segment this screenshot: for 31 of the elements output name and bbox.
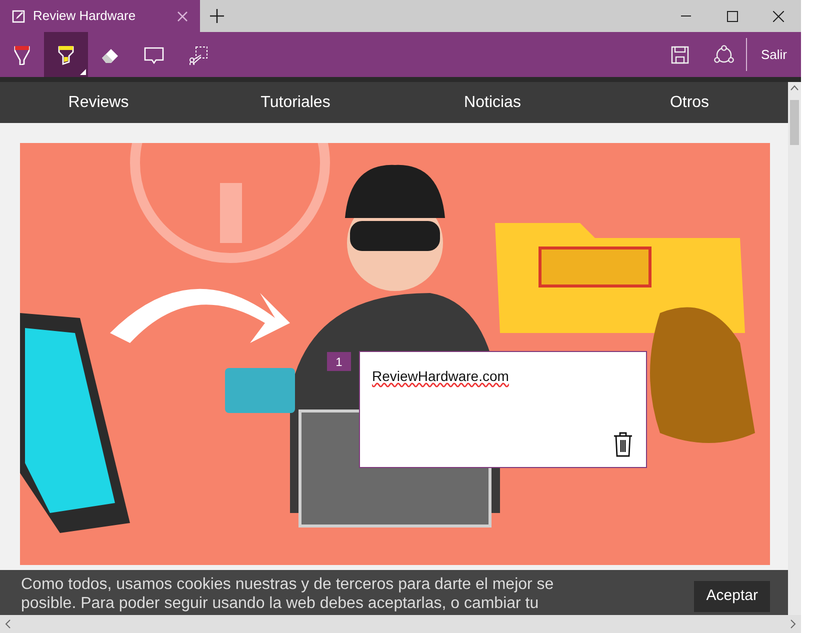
nav-link[interactable]: Reviews [0,90,197,114]
delete-icon[interactable] [613,432,633,457]
cookie-notice: Como todos, usamos cookies nuestras y de terceros para darte el mejor se posible. Para poder seguir usando la web debes aceptarlas, o cambiar tu [21,575,555,613]
horizontal-scrollbar[interactable] [0,615,801,633]
close-tab-icon[interactable] [177,10,188,22]
new-tab-icon[interactable] [210,9,224,23]
speech-bubble-icon [144,44,164,64]
clip-icon [188,44,208,64]
browser-tab[interactable]: Review Hardware [0,0,200,32]
tab-title: Review Hardware [33,7,137,26]
exit-button[interactable]: Salir [746,32,801,77]
corner-triangle-icon [80,69,86,75]
maximize-icon[interactable] [726,10,738,22]
note-marker[interactable]: 1 [327,352,351,371]
save-icon[interactable] [670,46,689,64]
accept-button[interactable]: Aceptar [694,581,770,612]
pen-icon [12,44,32,64]
close-icon[interactable] [772,10,784,22]
scroll-thumb[interactable] [790,100,799,145]
edit-note-icon [12,10,25,22]
share-icon[interactable] [712,44,735,64]
nav-link[interactable]: Noticias [394,90,591,114]
nav-link[interactable]: Tutoriales [197,90,394,114]
tool-button[interactable] [44,32,88,77]
minimize-icon[interactable] [681,15,691,17]
scroll-right-icon[interactable] [789,619,797,629]
note-text[interactable]: ReviewHardware.com [372,366,509,387]
vertical-scrollbar[interactable] [788,82,801,615]
nav-link[interactable]: Otros [591,90,788,114]
scroll-left-icon[interactable] [4,619,12,629]
highlighter-icon [56,44,76,64]
